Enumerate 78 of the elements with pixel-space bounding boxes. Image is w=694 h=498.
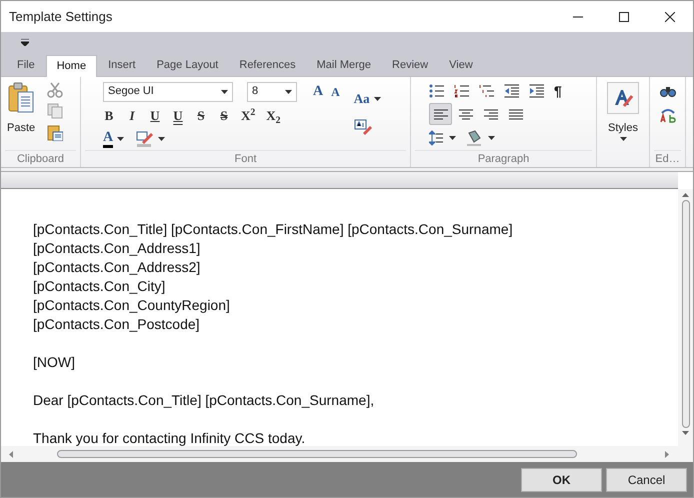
group-label: Ed… <box>655 152 680 167</box>
scroll-right-icon[interactable] <box>665 450 669 458</box>
clipboard-icon <box>7 82 36 114</box>
font-size-dropdown[interactable]: 8 <box>247 82 297 102</box>
align-justify-icon <box>508 108 522 120</box>
italic-button[interactable]: I <box>126 106 138 126</box>
bullets-icon[interactable] <box>429 84 445 98</box>
align-left-button[interactable] <box>429 103 452 125</box>
ribbon-tab[interactable]: View <box>439 54 483 76</box>
document-text-line: [pContacts.Con_Address1] <box>33 239 202 258</box>
dropdown-arrow-icon[interactable] <box>117 137 124 141</box>
document-text-line: [pContacts.Con_CountyRegion] <box>33 296 231 315</box>
ribbon-tab[interactable]: Insert <box>98 54 146 76</box>
styles-icon <box>613 89 633 107</box>
styles-button[interactable]: Styles <box>597 77 649 167</box>
paste-button[interactable]: Paste <box>1 77 42 150</box>
decrease-indent-icon[interactable] <box>504 84 520 98</box>
dropdown-arrow-icon[interactable] <box>285 90 292 94</box>
numbering-icon[interactable] <box>454 84 470 98</box>
increase-indent-icon[interactable] <box>529 84 545 98</box>
double-strikethrough-button[interactable]: S <box>218 106 230 126</box>
binoculars-icon[interactable] <box>660 85 676 97</box>
line-spacing-icon[interactable] <box>429 130 443 146</box>
highlighter-icon[interactable] <box>136 131 154 147</box>
horizontal-scroll-thumb[interactable] <box>57 450 577 458</box>
group-label: Font <box>234 152 256 167</box>
dropdown-arrow-icon[interactable] <box>449 136 456 140</box>
dropdown-arrow-icon <box>620 136 626 140</box>
clear-formatting-icon[interactable] <box>354 118 372 134</box>
superscript-button[interactable]: X$^{2}$ <box>241 106 256 126</box>
paste-special-icon[interactable] <box>47 124 64 141</box>
multilevel-list-icon[interactable] <box>479 84 495 98</box>
ribbon-tab[interactable]: Mail Merge <box>306 54 382 76</box>
vertical-scroll-thumb[interactable] <box>682 200 690 428</box>
document-text-line: [pContacts.Con_City] <box>33 277 166 296</box>
bold-button[interactable]: B <box>103 106 115 126</box>
customize-toolbar-icon[interactable] <box>21 38 29 46</box>
shrink-font-button[interactable]: A <box>331 82 340 100</box>
double-underline-button[interactable]: U <box>172 106 184 126</box>
document-text-line: [NOW] <box>33 353 76 372</box>
ribbon-tab[interactable]: Home <box>46 55 98 77</box>
ribbon-tab[interactable]: File <box>7 54 45 76</box>
align-left-icon <box>434 108 448 120</box>
scroll-left-icon[interactable] <box>9 450 13 458</box>
align-center-icon <box>458 108 472 120</box>
group-label: Clipboard <box>16 152 64 167</box>
font-name-dropdown[interactable]: Segoe UI <box>103 82 233 102</box>
align-right-icon <box>484 108 498 120</box>
group-label: Paragraph <box>478 152 530 167</box>
document-text-line: Thank you for contacting Infinity CCS today. <box>33 429 306 446</box>
subscript-button[interactable]: X$_{2}$ <box>266 106 281 126</box>
document-text-line: [pContacts.Con_Postcode] <box>33 315 201 334</box>
scroll-up-icon[interactable] <box>682 193 689 197</box>
scroll-down-icon[interactable] <box>682 431 689 435</box>
ribbon-tab[interactable]: Page Layout <box>146 54 228 76</box>
dropdown-arrow-icon[interactable] <box>488 136 495 140</box>
font-color-button[interactable]: A <box>103 130 124 148</box>
ribbon-tab[interactable]: Review <box>382 54 438 76</box>
document-text-line: [pContacts.Con_Title] [pContacts.Con_FirstName] [pContacts.Con_Surname] <box>33 220 514 239</box>
ok-button[interactable]: OK <box>521 468 602 492</box>
document-text-line: Dear [pContacts.Con_Title] [pContacts.Con_Surname], <box>33 391 376 410</box>
ribbon-tab[interactable]: References <box>229 54 306 76</box>
dropdown-arrow-icon[interactable] <box>158 137 166 141</box>
change-case-button[interactable]: Aa <box>354 89 381 108</box>
close-icon[interactable] <box>665 12 675 22</box>
shading-icon[interactable] <box>466 130 482 146</box>
replace-icon[interactable] <box>660 107 676 123</box>
dropdown-arrow-icon[interactable] <box>374 96 381 101</box>
grow-font-button[interactable]: A <box>313 81 324 102</box>
window-title: Template Settings <box>9 8 114 26</box>
cancel-button[interactable]: Cancel <box>606 468 687 492</box>
scissors-icon[interactable] <box>47 82 64 98</box>
pilcrow-button[interactable]: ¶ <box>554 84 562 98</box>
document-text-line: [pContacts.Con_Address2] <box>33 258 202 277</box>
maximize-icon[interactable] <box>619 12 629 22</box>
dropdown-arrow-icon[interactable] <box>221 90 228 94</box>
underline-button[interactable]: U <box>149 106 161 126</box>
strikethrough-button[interactable]: S <box>195 106 207 126</box>
